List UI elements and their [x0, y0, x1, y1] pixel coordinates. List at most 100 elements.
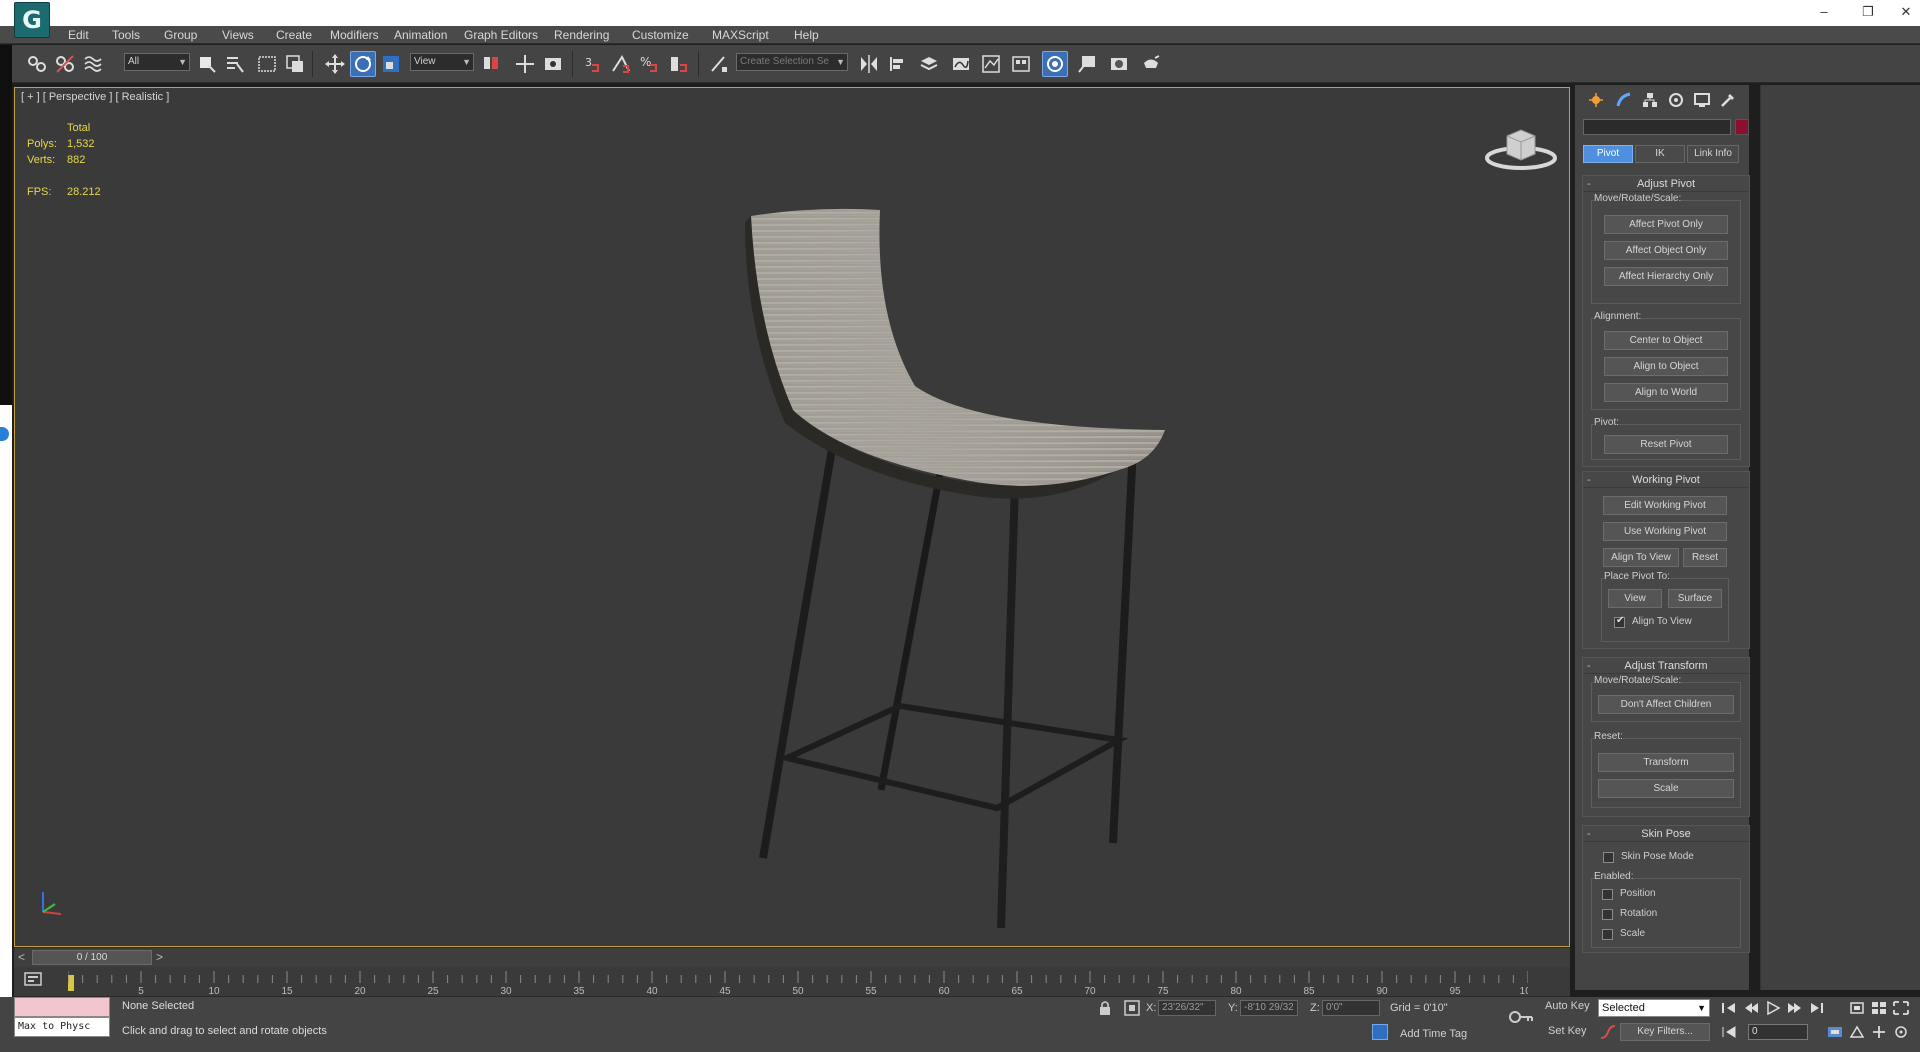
scale-checkbox[interactable] [1602, 929, 1613, 940]
named-selection-dropdown[interactable]: Create Selection Se ▼ [736, 53, 848, 71]
center-to-object-button[interactable]: Center to Object [1604, 331, 1728, 350]
display-icon[interactable] [1691, 89, 1713, 111]
keyboard-shortcut-icon[interactable] [540, 51, 566, 77]
skin-pose-mode-checkbox[interactable] [1603, 852, 1614, 863]
create-icon[interactable] [1585, 89, 1607, 111]
maxscript-output-field[interactable] [14, 997, 110, 1017]
align-to-world-button[interactable]: Align to World [1604, 383, 1728, 402]
key-filters-button[interactable]: Key Filters... [1620, 1023, 1710, 1041]
play-icon[interactable] [1764, 1000, 1782, 1016]
field-of-view-icon[interactable] [1848, 1024, 1866, 1040]
current-frame-field[interactable]: 0 [1748, 1024, 1808, 1040]
window-crossing-icon[interactable] [282, 51, 308, 77]
rect-region-icon[interactable] [254, 51, 280, 77]
hierarchy-icon[interactable] [1639, 89, 1661, 111]
maximize-viewport-icon[interactable] [1892, 1000, 1910, 1016]
restore-button[interactable]: ❐ [1856, 3, 1880, 21]
z-coord-field[interactable]: 0'0" [1322, 1000, 1380, 1016]
bar-stool-model[interactable] [715, 118, 1175, 938]
place-pivot-surface-button[interactable]: Surface [1668, 589, 1722, 608]
use-working-pivot-button[interactable]: Use Working Pivot [1603, 522, 1727, 541]
link-icon[interactable] [24, 51, 50, 77]
select-manipulate-icon[interactable] [512, 51, 538, 77]
maxscript-input-field[interactable]: Max to Physc [14, 1017, 110, 1037]
modify-icon[interactable] [1613, 89, 1635, 111]
align-to-view-button[interactable]: Align To View [1603, 548, 1679, 567]
set-key-icon[interactable] [1508, 1007, 1534, 1027]
minimize-button[interactable]: – [1812, 3, 1836, 21]
pivot-center-icon[interactable] [478, 51, 504, 77]
select-by-name-icon[interactable] [222, 51, 248, 77]
tab-ik[interactable]: IK [1635, 145, 1685, 163]
utilities-icon[interactable] [1717, 89, 1739, 111]
rollout-header[interactable]: - Skin Pose [1583, 826, 1749, 842]
close-button[interactable]: ✕ [1894, 3, 1918, 21]
time-slider-prev-button[interactable]: < [18, 950, 25, 964]
render-production-icon[interactable] [1106, 51, 1132, 77]
menu-customize[interactable]: Customize [632, 28, 689, 42]
menu-graph-editors[interactable]: Graph Editors [464, 28, 538, 42]
app-logo-icon[interactable]: G [14, 2, 50, 38]
previous-frame-icon[interactable] [1742, 1000, 1760, 1016]
lock-selection-icon[interactable] [1098, 1000, 1112, 1016]
material-editor-icon[interactable] [1008, 51, 1034, 77]
track-bar[interactable]: 5 10 15 20 25 30 35 40 45 50 55 60 65 70 75 80 85 90 95 100 [14, 967, 1570, 997]
auto-key-button[interactable]: Auto Key [1545, 1000, 1590, 1012]
move-icon[interactable] [322, 51, 348, 77]
set-key-button[interactable]: Set Key [1548, 1025, 1587, 1037]
reset-transform-button[interactable]: Transform [1598, 753, 1734, 772]
bind-space-warp-icon[interactable] [80, 51, 106, 77]
dont-affect-children-button[interactable]: Don't Affect Children [1598, 695, 1734, 714]
viewcube-icon[interactable] [1485, 118, 1570, 178]
maxscript-listener[interactable]: Max to Physc [14, 997, 110, 1037]
spinner-snap-icon[interactable] [666, 51, 692, 77]
go-to-end-icon[interactable] [1808, 1000, 1826, 1016]
time-configuration-icon[interactable] [1826, 1024, 1844, 1040]
edit-working-pivot-button[interactable]: Edit Working Pivot [1603, 496, 1727, 515]
time-slider[interactable]: < 0 / 100 > [14, 947, 1570, 967]
schematic-view-icon[interactable] [978, 51, 1004, 77]
pan-view-icon[interactable] [1870, 1024, 1888, 1040]
go-to-start-icon[interactable] [1720, 1000, 1738, 1016]
percent-snap-icon[interactable]: % [636, 51, 662, 77]
time-slider-thumb[interactable]: 0 / 100 [32, 950, 152, 965]
motion-icon[interactable] [1665, 89, 1687, 111]
y-coord-field[interactable]: -8'10 29/32 [1240, 1000, 1298, 1016]
mirror-icon[interactable] [856, 51, 882, 77]
menu-rendering[interactable]: Rendering [554, 28, 609, 42]
affect-pivot-only-button[interactable]: Affect Pivot Only [1604, 215, 1728, 234]
zoom-extents-icon[interactable] [1848, 1000, 1866, 1016]
layer-manager-icon[interactable] [916, 51, 942, 77]
key-mode-toggle-icon[interactable] [1720, 1024, 1738, 1040]
rollout-header[interactable]: - Adjust Transform [1583, 658, 1749, 674]
rotate-icon[interactable] [350, 51, 376, 77]
render-icon[interactable] [1138, 51, 1164, 77]
menu-tools[interactable]: Tools [112, 28, 140, 42]
object-color-swatch[interactable] [1735, 119, 1749, 135]
menu-create[interactable]: Create [276, 28, 312, 42]
menu-edit[interactable]: Edit [68, 28, 89, 42]
reset-scale-button[interactable]: Scale [1598, 779, 1734, 798]
unlink-icon[interactable] [52, 51, 78, 77]
viewport-label[interactable]: [ + ] [ Perspective ] [ Realistic ] [21, 91, 169, 103]
edit-named-selection-icon[interactable] [706, 51, 732, 77]
absolute-mode-icon[interactable] [1124, 1000, 1140, 1016]
select-object-icon[interactable] [194, 51, 220, 77]
rollout-header[interactable]: - Working Pivot [1583, 472, 1749, 488]
align-to-view-checkbox[interactable] [1614, 615, 1625, 628]
menu-maxscript[interactable]: MAXScript [712, 28, 769, 42]
menu-modifiers[interactable]: Modifiers [330, 28, 379, 42]
reset-pivot-button[interactable]: Reset Pivot [1604, 435, 1728, 454]
curve-editor-icon[interactable] [948, 51, 974, 77]
object-name-field[interactable] [1583, 119, 1731, 135]
rendered-frame-window-icon[interactable] [1074, 51, 1100, 77]
menu-group[interactable]: Group [164, 28, 197, 42]
time-slider-next-button[interactable]: > [156, 950, 163, 964]
track-ruler[interactable]: 5 10 15 20 25 30 35 40 45 50 55 60 65 70 75 80 85 90 95 100 [68, 967, 1528, 997]
snaps-toggle-icon[interactable]: 3 [580, 51, 606, 77]
perspective-viewport[interactable]: [ + ] [ Perspective ] [ Realistic ] Tota… [14, 87, 1570, 947]
rotation-checkbox[interactable] [1602, 909, 1613, 920]
affect-object-only-button[interactable]: Affect Object Only [1604, 241, 1728, 260]
reference-coord-dropdown[interactable]: View ▼ [410, 53, 474, 71]
menu-views[interactable]: Views [222, 28, 254, 42]
